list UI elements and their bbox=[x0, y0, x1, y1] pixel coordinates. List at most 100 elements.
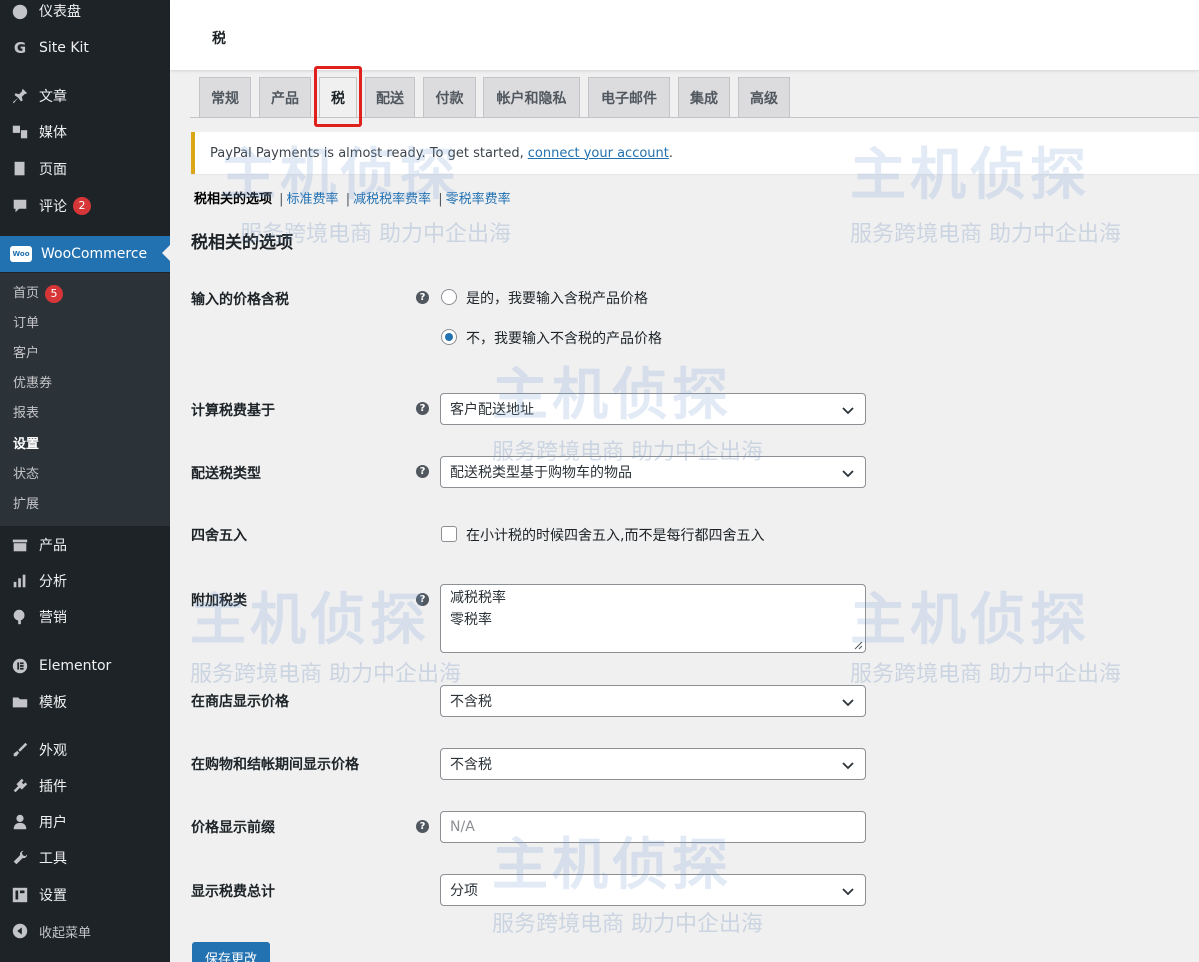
menu-elementor[interactable]: Elementor bbox=[0, 649, 170, 683]
subsection-tax-options[interactable]: 税相关的选项 bbox=[194, 192, 272, 207]
menu-label: Elementor bbox=[39, 658, 112, 674]
menu-appearance[interactable]: 外观 bbox=[0, 733, 170, 767]
tab-integration[interactable]: 集成 bbox=[678, 77, 730, 117]
tax-based-on-select[interactable]: 客户配送地址 bbox=[440, 393, 866, 425]
submenu-extensions[interactable]: 扩展 bbox=[13, 494, 39, 516]
menu-label: 设置 bbox=[39, 888, 67, 904]
submenu-reports[interactable]: 报表 bbox=[13, 403, 39, 425]
menu-label: 插件 bbox=[39, 779, 67, 795]
menu-site-kit[interactable]: G Site Kit bbox=[0, 31, 170, 65]
pin-icon bbox=[10, 86, 30, 106]
tab-emails[interactable]: 电子邮件 bbox=[588, 77, 670, 117]
menu-marketing[interactable]: 营销 bbox=[0, 600, 170, 634]
menu-label: WooCommerce bbox=[41, 246, 148, 262]
help-icon[interactable]: ? bbox=[416, 820, 429, 833]
menu-posts[interactable]: 文章 bbox=[0, 79, 170, 113]
rounding-option-label: 在小计税的时候四舍五入,而不是每行都四舍五入 bbox=[466, 528, 765, 544]
menu-collapse[interactable]: 收起菜单 bbox=[0, 914, 170, 948]
menu-products[interactable]: 产品 bbox=[0, 528, 170, 562]
additional-tax-classes-label: 附加税类 bbox=[191, 593, 247, 609]
additional-tax-classes-textarea[interactable]: 减税税率 零税率 bbox=[440, 584, 866, 653]
site-kit-icon: G bbox=[13, 39, 27, 57]
menu-woocommerce[interactable]: Woo WooCommerce bbox=[0, 236, 170, 272]
rounding-checkbox[interactable] bbox=[441, 526, 457, 542]
save-changes-button[interactable]: 保存更改 bbox=[192, 942, 270, 962]
paypal-notice: PayPal Payments is almost ready. To get … bbox=[191, 132, 1199, 174]
menu-label: 媒体 bbox=[39, 125, 67, 141]
dashboard-icon bbox=[10, 1, 30, 21]
menu-label: 模板 bbox=[39, 695, 67, 711]
input-placeholder: N/A bbox=[450, 819, 475, 835]
help-icon[interactable]: ? bbox=[416, 593, 429, 606]
tab-general[interactable]: 常规 bbox=[199, 77, 251, 117]
submenu-coupons[interactable]: 优惠券 bbox=[13, 373, 52, 395]
woocommerce-submenu: 首页 5 订单 客户 优惠券 报表 设置 状态 扩展 bbox=[0, 273, 170, 526]
prices-include-tax-label: 输入的价格含税 bbox=[191, 292, 289, 308]
display-prices-shop-select[interactable]: 不含税 bbox=[440, 685, 866, 717]
shipping-tax-class-select[interactable]: 配送税类型基于购物车的物品 bbox=[440, 456, 866, 488]
help-icon[interactable]: ? bbox=[416, 465, 429, 478]
display-tax-totals-select[interactable]: 分项 bbox=[440, 874, 866, 906]
tab-accounts-privacy[interactable]: 帐户和隐私 bbox=[483, 77, 580, 117]
menu-label: 工具 bbox=[39, 851, 67, 867]
help-icon[interactable]: ? bbox=[416, 291, 429, 304]
menu-dashboard[interactable]: 仪表盘 bbox=[0, 0, 170, 28]
tax-class-line: 减税税率 bbox=[450, 590, 506, 606]
select-value: 客户配送地址 bbox=[450, 402, 534, 418]
tax-based-on-label: 计算税费基于 bbox=[191, 403, 275, 419]
help-icon[interactable]: ? bbox=[416, 402, 429, 415]
submenu-status[interactable]: 状态 bbox=[13, 464, 39, 486]
prices-include-tax-yes-radio[interactable] bbox=[441, 289, 457, 305]
tab-shipping[interactable]: 配送 bbox=[365, 77, 415, 117]
menu-plugins[interactable]: 插件 bbox=[0, 769, 170, 803]
menu-label: 收起菜单 bbox=[39, 925, 92, 941]
subsection-standard-rates[interactable]: 标准费率 bbox=[287, 192, 339, 207]
notice-text: PayPal Payments is almost ready. To get … bbox=[210, 145, 524, 161]
menu-pages[interactable]: 页面 bbox=[0, 152, 170, 186]
display-prices-cart-label: 在购物和结帐期间显示价格 bbox=[191, 757, 359, 773]
prices-include-tax-yes-label: 是的，我要输入含税产品价格 bbox=[466, 291, 648, 307]
user-icon bbox=[10, 812, 30, 832]
tab-advanced[interactable]: 高级 bbox=[738, 77, 790, 117]
resize-grip-icon[interactable] bbox=[853, 640, 863, 650]
tab-payments[interactable]: 付款 bbox=[423, 77, 476, 117]
watermark-tagline: 服务跨境电商 助力中企出海 bbox=[850, 662, 1121, 687]
subsection-reduced-rates[interactable]: 减税税率费率 bbox=[353, 192, 431, 207]
menu-settings[interactable]: 设置 bbox=[0, 878, 170, 912]
menu-label: 分析 bbox=[39, 574, 67, 590]
price-suffix-input[interactable]: N/A bbox=[440, 811, 866, 843]
select-value: 配送税类型基于购物车的物品 bbox=[450, 465, 632, 481]
tax-class-line: 零税率 bbox=[450, 612, 492, 628]
menu-templates[interactable]: 模板 bbox=[0, 685, 170, 719]
price-suffix-label: 价格显示前缀 bbox=[191, 820, 275, 836]
menu-comments[interactable]: 评论 2 bbox=[0, 189, 170, 223]
submenu-customers[interactable]: 客户 bbox=[13, 343, 39, 365]
elementor-icon bbox=[10, 656, 30, 676]
prices-include-tax-no-label: 不，我要输入不含税的产品价格 bbox=[466, 331, 662, 347]
subsection-zero-rates[interactable]: 零税率费率 bbox=[446, 192, 511, 207]
menu-tools[interactable]: 工具 bbox=[0, 841, 170, 875]
prices-include-tax-no-radio[interactable] bbox=[441, 329, 457, 345]
watermark-brand: 主机侦探 bbox=[190, 588, 430, 653]
menu-media[interactable]: 媒体 bbox=[0, 115, 170, 149]
collapse-icon bbox=[10, 921, 30, 941]
menu-analytics[interactable]: 分析 bbox=[0, 564, 170, 598]
submenu-settings[interactable]: 设置 bbox=[13, 434, 39, 456]
submenu-orders[interactable]: 订单 bbox=[13, 313, 39, 335]
home-count-badge: 5 bbox=[45, 285, 64, 303]
watermark-tagline: 服务跨境电商 助力中企出海 bbox=[492, 912, 763, 937]
product-icon bbox=[10, 535, 30, 555]
connect-account-link[interactable]: connect your account bbox=[528, 146, 669, 161]
display-prices-cart-select[interactable]: 不含税 bbox=[440, 748, 866, 780]
watermark-tagline: 服务跨境电商 助力中企出海 bbox=[850, 222, 1121, 247]
submenu-home[interactable]: 首页 5 bbox=[13, 283, 64, 305]
menu-label: 营销 bbox=[39, 610, 67, 626]
menu-users[interactable]: 用户 bbox=[0, 805, 170, 839]
comments-count-badge: 2 bbox=[73, 197, 91, 215]
watermark-brand: 主机侦探 bbox=[850, 588, 1090, 653]
top-bar: 税 bbox=[170, 0, 1199, 70]
select-value: 不含税 bbox=[450, 694, 492, 710]
folder-icon bbox=[10, 692, 30, 712]
tab-tax[interactable]: 税 bbox=[319, 77, 357, 117]
tab-products[interactable]: 产品 bbox=[259, 77, 311, 117]
